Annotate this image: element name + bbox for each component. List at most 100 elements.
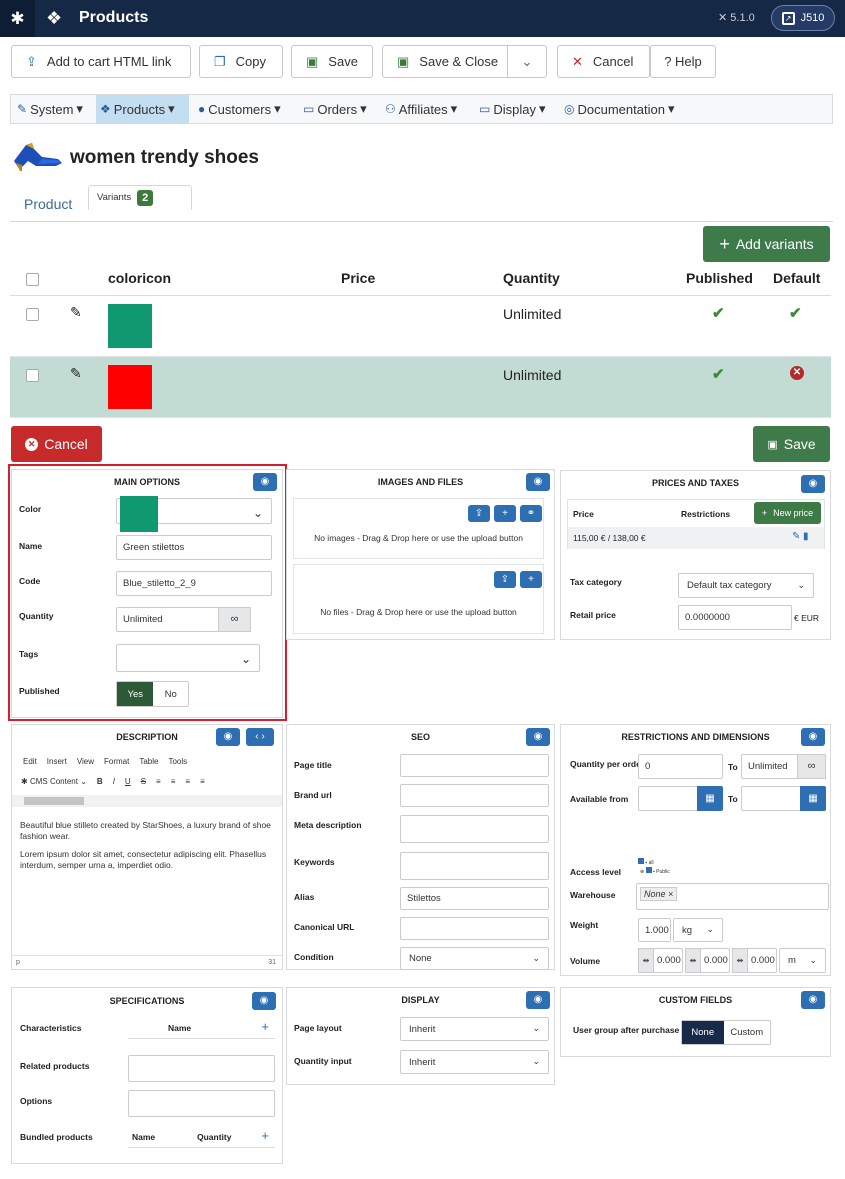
variant-cancel-button[interactable]: ✕ Cancel <box>11 426 102 462</box>
access-level-tree[interactable]: ▪ all ⊕ ▪ Public <box>638 858 670 876</box>
weight-unit-select[interactable]: kg ⌄ <box>673 918 723 942</box>
published-toggle[interactable]: Yes No <box>116 681 189 707</box>
eye-icon[interactable]: ◉ <box>801 991 825 1009</box>
quantity-max-field[interactable]: Unlimited <box>741 754 798 779</box>
upload-file-button[interactable]: ⇪ <box>494 571 516 588</box>
page-title-field[interactable] <box>400 754 549 777</box>
eye-icon[interactable]: ◉ <box>526 728 550 746</box>
eye-icon[interactable]: ◉ <box>526 473 550 491</box>
save-dropdown-button[interactable]: ⌄ <box>507 45 547 78</box>
files-dropzone[interactable]: ⇪ + No files - Drag & Drop here or use t… <box>293 564 544 634</box>
save-button[interactable]: ▣ Save <box>291 45 373 78</box>
meta-description-field[interactable] <box>400 815 549 843</box>
published-check-icon[interactable]: ✔ <box>712 365 725 383</box>
code-field[interactable]: Blue_stiletto_2_9 <box>116 571 272 596</box>
new-price-button[interactable]: + New price <box>754 502 821 524</box>
none-option[interactable]: None <box>682 1021 724 1044</box>
menu-affiliates[interactable]: ⚇ Affiliates ▾ <box>381 95 461 123</box>
row-checkbox[interactable] <box>26 369 39 382</box>
editor-menu-insert[interactable]: Insert <box>47 757 67 766</box>
eye-icon[interactable]: ◉ <box>216 728 240 746</box>
volume-width-field[interactable]: 0.000 <box>700 948 730 973</box>
row-checkbox[interactable] <box>26 308 39 321</box>
variant-save-button[interactable]: ▣ Save <box>753 426 830 462</box>
volume-height-field[interactable]: 0.000 <box>747 948 777 973</box>
menu-documentation[interactable]: ◎ Documentation ▾ <box>560 95 678 123</box>
cancel-button[interactable]: ✕ Cancel <box>557 45 650 78</box>
editor-menu-view[interactable]: View <box>77 757 94 766</box>
default-check-icon[interactable]: ✔ <box>789 304 802 322</box>
align-left-icon[interactable]: ≡ <box>156 777 161 786</box>
eye-icon[interactable]: ◉ <box>252 992 276 1010</box>
published-check-icon[interactable]: ✔ <box>712 304 725 322</box>
trash-icon[interactable]: ▮ <box>803 531 809 542</box>
eye-icon[interactable]: ◉ <box>801 728 825 746</box>
save-close-button[interactable]: ▣ Save & Close <box>382 45 508 78</box>
joomla-logo-icon[interactable]: ✱ <box>0 0 35 37</box>
add-bundled-product-button[interactable]: + <box>261 1128 269 1143</box>
condition-select[interactable]: None ⌄ <box>400 947 549 970</box>
table-row[interactable]: ✎ Unlimited ✔ ✕ <box>10 357 831 418</box>
editor-content[interactable]: Beautiful blue stilleto created by StarS… <box>20 820 282 871</box>
volume-length-field[interactable]: 0.000 <box>653 948 683 973</box>
tab-product[interactable]: Product <box>10 185 86 222</box>
available-to-field[interactable] <box>741 786 801 811</box>
editor-scrollbar[interactable] <box>12 795 282 807</box>
menu-display[interactable]: ▭ Display ▾ <box>475 95 550 123</box>
strikethrough-icon[interactable]: S <box>141 777 146 786</box>
menu-system[interactable]: ✎ System ▾ <box>13 95 87 123</box>
cms-content-button[interactable]: ✱ CMS Content ⌄ <box>21 777 87 786</box>
table-row[interactable]: 115,00 € / 138,00 € ✎ ▮ <box>568 527 824 549</box>
help-button[interactable]: ? Help <box>650 45 716 78</box>
editor-menu-tools[interactable]: Tools <box>168 757 187 766</box>
table-row[interactable]: ✎ Unlimited ✔ ✔ <box>10 296 831 357</box>
retail-price-field[interactable]: 0.0000000 <box>678 605 792 630</box>
tax-category-select[interactable]: Default tax category ⌄ <box>678 573 814 598</box>
related-products-field[interactable] <box>128 1055 275 1082</box>
editor-menu-table[interactable]: Table <box>139 757 158 766</box>
link-image-button[interactable]: ⚭ <box>520 505 542 522</box>
copy-button[interactable]: ❐ Copy <box>199 45 283 78</box>
volume-unit-select[interactable]: m ⌄ <box>779 948 826 973</box>
add-file-button[interactable]: + <box>520 571 542 588</box>
align-center-icon[interactable]: ≡ <box>171 777 176 786</box>
add-to-cart-link-button[interactable]: ⇪ Add to cart HTML link <box>11 45 191 78</box>
add-characteristic-button[interactable]: + <box>261 1019 269 1034</box>
tab-variants[interactable]: Variants 2 <box>88 185 192 210</box>
weight-field[interactable]: 1.000 <box>638 918 671 942</box>
color-select[interactable]: ⌄ <box>116 496 272 532</box>
keywords-field[interactable] <box>400 852 549 880</box>
user-menu-button[interactable]: ↗ J510 <box>771 5 835 31</box>
scrollbar-thumb[interactable] <box>24 797 84 805</box>
user-group-toggle[interactable]: None Custom <box>681 1020 771 1045</box>
quantity-field[interactable]: Unlimited <box>116 607 219 632</box>
justify-icon[interactable]: ≡ <box>200 777 205 786</box>
add-image-button[interactable]: + <box>494 505 516 522</box>
yes-option[interactable]: Yes <box>117 682 154 706</box>
menu-customers[interactable]: ● Customers ▾ <box>194 95 285 123</box>
code-toggle-icon[interactable]: ‹ › <box>246 728 274 746</box>
quantity-input-select[interactable]: Inherit ⌄ <box>400 1050 549 1074</box>
eye-icon[interactable]: ◉ <box>801 475 825 493</box>
italic-icon[interactable]: I <box>113 777 115 786</box>
editor-menu-format[interactable]: Format <box>104 757 129 766</box>
bold-icon[interactable]: B <box>97 777 103 786</box>
name-field[interactable]: Green stilettos <box>116 535 272 560</box>
tags-select[interactable]: ⌄ <box>116 644 260 672</box>
quantity-min-field[interactable]: 0 <box>638 754 723 779</box>
warehouse-tag[interactable]: None × <box>640 887 678 901</box>
eye-icon[interactable]: ◉ <box>253 473 277 491</box>
infinity-toggle[interactable]: ∞ <box>218 607 251 632</box>
menu-products[interactable]: ❖ Products ▾ <box>96 95 189 123</box>
underline-icon[interactable]: U <box>125 777 131 786</box>
images-dropzone[interactable]: ⇪ + ⚭ No images - Drag & Drop here or us… <box>293 498 544 559</box>
available-from-field[interactable] <box>638 786 698 811</box>
warehouse-select[interactable]: None × <box>636 883 829 910</box>
infinity-toggle[interactable]: ∞ <box>797 754 826 779</box>
alias-field[interactable]: Stilettos <box>400 887 549 910</box>
align-right-icon[interactable]: ≡ <box>185 777 190 786</box>
calendar-icon[interactable]: ▦ <box>697 786 723 811</box>
page-layout-select[interactable]: Inherit ⌄ <box>400 1017 549 1041</box>
editor-menu-edit[interactable]: Edit <box>23 757 37 766</box>
add-variants-button[interactable]: + Add variants <box>703 226 830 262</box>
